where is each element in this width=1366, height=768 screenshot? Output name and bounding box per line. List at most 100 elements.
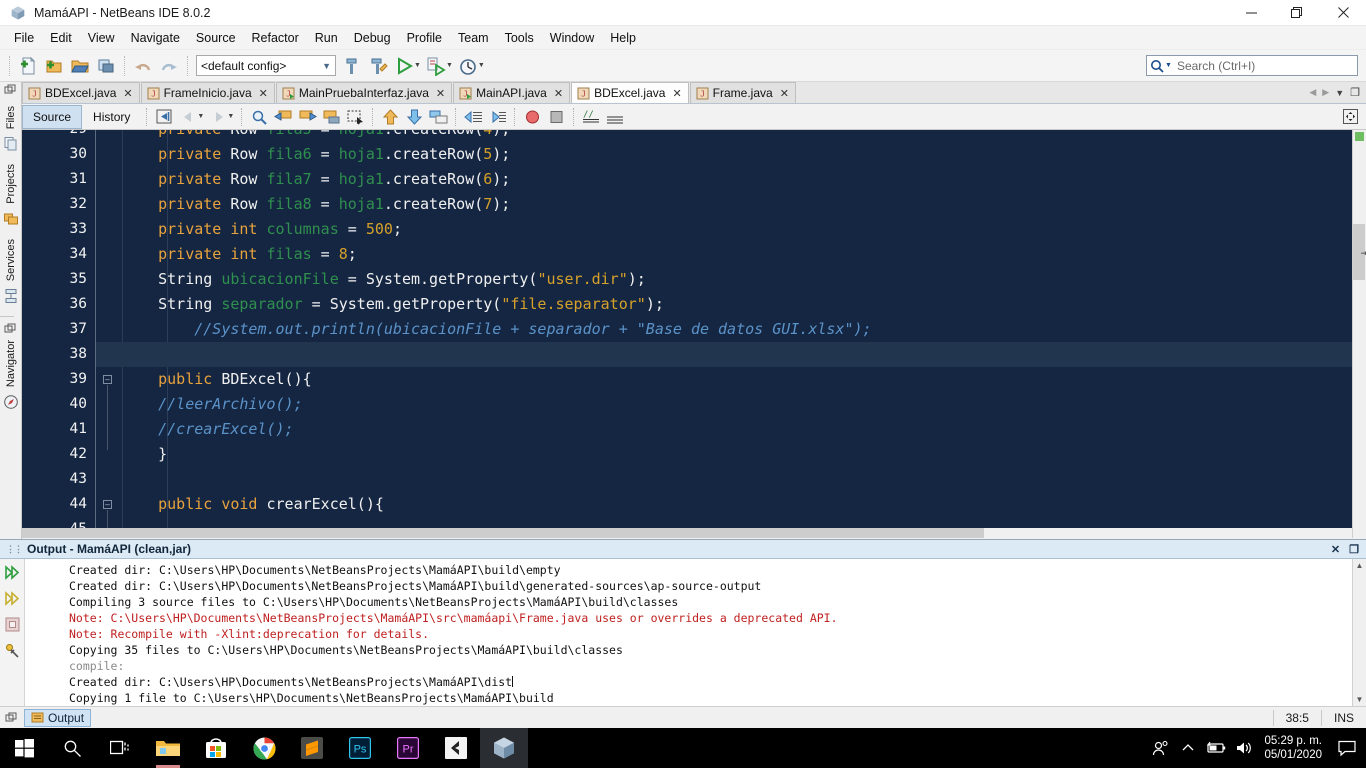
premiere-pro-button[interactable]: Pr bbox=[384, 728, 432, 768]
code-line[interactable]: private Row fila6 = hoja1.createRow(5); bbox=[122, 142, 1352, 167]
stop-macro-icon[interactable] bbox=[544, 106, 568, 128]
dock-tab-services[interactable]: Services bbox=[0, 234, 21, 311]
close-icon[interactable]: ✕ bbox=[672, 87, 681, 100]
netbeans-button[interactable] bbox=[480, 728, 528, 768]
redo-icon[interactable] bbox=[156, 53, 182, 79]
shift-left-icon[interactable] bbox=[461, 106, 485, 128]
code-line[interactable]: //crearExcel(); bbox=[122, 417, 1352, 442]
menu-source[interactable]: Source bbox=[188, 28, 244, 48]
uncomment-icon[interactable] bbox=[603, 106, 627, 128]
editor-vertical-scrollbar[interactable]: ▲ bbox=[1352, 130, 1366, 538]
tab-source[interactable]: Source bbox=[22, 104, 83, 129]
task-view-button[interactable] bbox=[96, 728, 144, 768]
new-project-icon[interactable] bbox=[41, 53, 67, 79]
people-icon[interactable] bbox=[1146, 728, 1174, 768]
code-line[interactable]: String separador = System.getProperty("f… bbox=[122, 292, 1352, 317]
output-vertical-scrollbar[interactable]: ▲ ▼ bbox=[1352, 559, 1366, 706]
code-line[interactable] bbox=[122, 467, 1352, 492]
menu-debug[interactable]: Debug bbox=[346, 28, 399, 48]
save-all-icon[interactable] bbox=[93, 53, 119, 79]
previous-error-icon[interactable] bbox=[378, 106, 402, 128]
status-tab-output[interactable]: Output bbox=[24, 708, 92, 727]
microsoft-store-button[interactable] bbox=[192, 728, 240, 768]
chevron-down-icon[interactable]: ▼ bbox=[478, 62, 485, 69]
menu-team[interactable]: Team bbox=[450, 28, 497, 48]
code-line[interactable]: } bbox=[122, 442, 1352, 467]
code-fold-toggle[interactable]: – bbox=[103, 375, 112, 384]
dock-tab-projects[interactable]: Projects bbox=[0, 159, 21, 234]
show-hidden-icons-icon[interactable] bbox=[1174, 728, 1202, 768]
code-line[interactable]: private Row fila5 = hoja1.createRow(4); bbox=[122, 130, 1352, 142]
editor-horizontal-scrollbar[interactable] bbox=[22, 528, 1352, 538]
menu-refactor[interactable]: Refactor bbox=[244, 28, 307, 48]
tab-list-dropdown-icon[interactable]: ▼ bbox=[1335, 88, 1344, 98]
action-center-button[interactable] bbox=[1332, 728, 1362, 768]
dock-window-icon[interactable] bbox=[4, 322, 17, 335]
undo-icon[interactable] bbox=[130, 53, 156, 79]
close-icon[interactable]: ✕ bbox=[1331, 543, 1340, 556]
scroll-up-icon[interactable]: ▲ bbox=[1356, 559, 1364, 572]
editor-tab-bdexcel-active[interactable]: J BDExcel.java ✕ bbox=[571, 82, 689, 103]
editor-tab-mainapi[interactable]: J MainAPI.java ✕ bbox=[453, 82, 571, 103]
volume-icon[interactable] bbox=[1230, 728, 1258, 768]
close-icon[interactable]: ✕ bbox=[436, 87, 445, 100]
next-error-icon[interactable] bbox=[402, 106, 426, 128]
shift-right-icon[interactable] bbox=[485, 106, 509, 128]
restore-button[interactable] bbox=[1274, 0, 1320, 26]
menu-edit[interactable]: Edit bbox=[42, 28, 80, 48]
code-fold-toggle[interactable]: – bbox=[103, 500, 112, 509]
editor-tab-frame[interactable]: J Frame.java ✕ bbox=[689, 82, 796, 103]
sublime-text-button[interactable] bbox=[288, 728, 336, 768]
code-line[interactable]: //System.out.println(ubicacionFile + sep… bbox=[122, 317, 1352, 342]
clean-build-icon[interactable] bbox=[365, 53, 391, 79]
chevron-down-icon[interactable]: ▼ bbox=[446, 62, 453, 69]
photoshop-button[interactable]: Ps bbox=[336, 728, 384, 768]
menu-profile[interactable]: Profile bbox=[399, 28, 450, 48]
code-line[interactable] bbox=[122, 342, 1352, 367]
code-line[interactable]: private Row fila7 = hoja1.createRow(6); bbox=[122, 167, 1352, 192]
chevron-down-icon[interactable]: ▼ bbox=[227, 113, 234, 120]
scrollbar-thumb[interactable] bbox=[22, 528, 984, 538]
unity-button[interactable] bbox=[432, 728, 480, 768]
code-fold-column[interactable]: – – bbox=[96, 130, 122, 538]
dock-tab-files[interactable]: Files bbox=[0, 101, 21, 159]
start-macro-recording-icon[interactable] bbox=[520, 106, 544, 128]
open-project-icon[interactable] bbox=[67, 53, 93, 79]
menu-view[interactable]: View bbox=[80, 28, 123, 48]
rerun-icon[interactable] bbox=[3, 563, 22, 582]
code-line[interactable]: public BDExcel(){ bbox=[122, 367, 1352, 392]
google-chrome-button[interactable] bbox=[240, 728, 288, 768]
dock-minimize-icon[interactable] bbox=[4, 84, 17, 97]
editor-tab-bdexcel-1[interactable]: J BDExcel.java ✕ bbox=[22, 82, 140, 103]
close-icon[interactable]: ✕ bbox=[123, 87, 132, 100]
close-icon[interactable]: ✕ bbox=[554, 87, 563, 100]
previous-tab-icon[interactable]: ◀ bbox=[1309, 87, 1316, 98]
file-explorer-button[interactable] bbox=[144, 728, 192, 768]
stop-icon[interactable] bbox=[3, 615, 22, 634]
menu-help[interactable]: Help bbox=[602, 28, 644, 48]
editor-tab-mainpruebainterfaz[interactable]: J MainPruebaInterfaz.java ✕ bbox=[275, 82, 453, 103]
maximize-window-icon[interactable]: ❐ bbox=[1349, 543, 1359, 556]
close-button[interactable] bbox=[1320, 0, 1366, 26]
menu-window[interactable]: Window bbox=[542, 28, 602, 48]
drag-grip-icon[interactable]: ⋮⋮ bbox=[6, 544, 23, 555]
maximize-window-icon[interactable] bbox=[1338, 106, 1362, 128]
menu-run[interactable]: Run bbox=[307, 28, 346, 48]
code-editor[interactable]: 2930313233343536373839404142434445 –– pr… bbox=[22, 130, 1366, 538]
editor-tab-frameinicio[interactable]: J FrameInicio.java ✕ bbox=[140, 82, 275, 103]
search-button[interactable] bbox=[48, 728, 96, 768]
last-edit-icon[interactable] bbox=[152, 106, 176, 128]
previous-bookmark-icon[interactable] bbox=[271, 106, 295, 128]
output-text-area[interactable]: Created dir: C:\Users\HP\Documents\NetBe… bbox=[25, 559, 1352, 706]
code-line[interactable]: private int filas = 8; bbox=[122, 242, 1352, 267]
code-line[interactable]: //leerArchivo(); bbox=[122, 392, 1352, 417]
dock-tab-navigator[interactable]: Navigator bbox=[0, 335, 21, 417]
build-project-icon[interactable] bbox=[339, 53, 365, 79]
search-input[interactable]: ▼ Search (Ctrl+I) bbox=[1146, 55, 1358, 76]
code-line[interactable]: private Row fila8 = hoja1.createRow(7); bbox=[122, 192, 1352, 217]
code-line[interactable]: String ubicacionFile = System.getPropert… bbox=[122, 267, 1352, 292]
comment-icon[interactable]: // bbox=[579, 106, 603, 128]
battery-icon[interactable] bbox=[1202, 728, 1230, 768]
chevron-down-icon[interactable]: ▼ bbox=[197, 113, 204, 120]
rectangular-selection-icon[interactable] bbox=[343, 106, 367, 128]
